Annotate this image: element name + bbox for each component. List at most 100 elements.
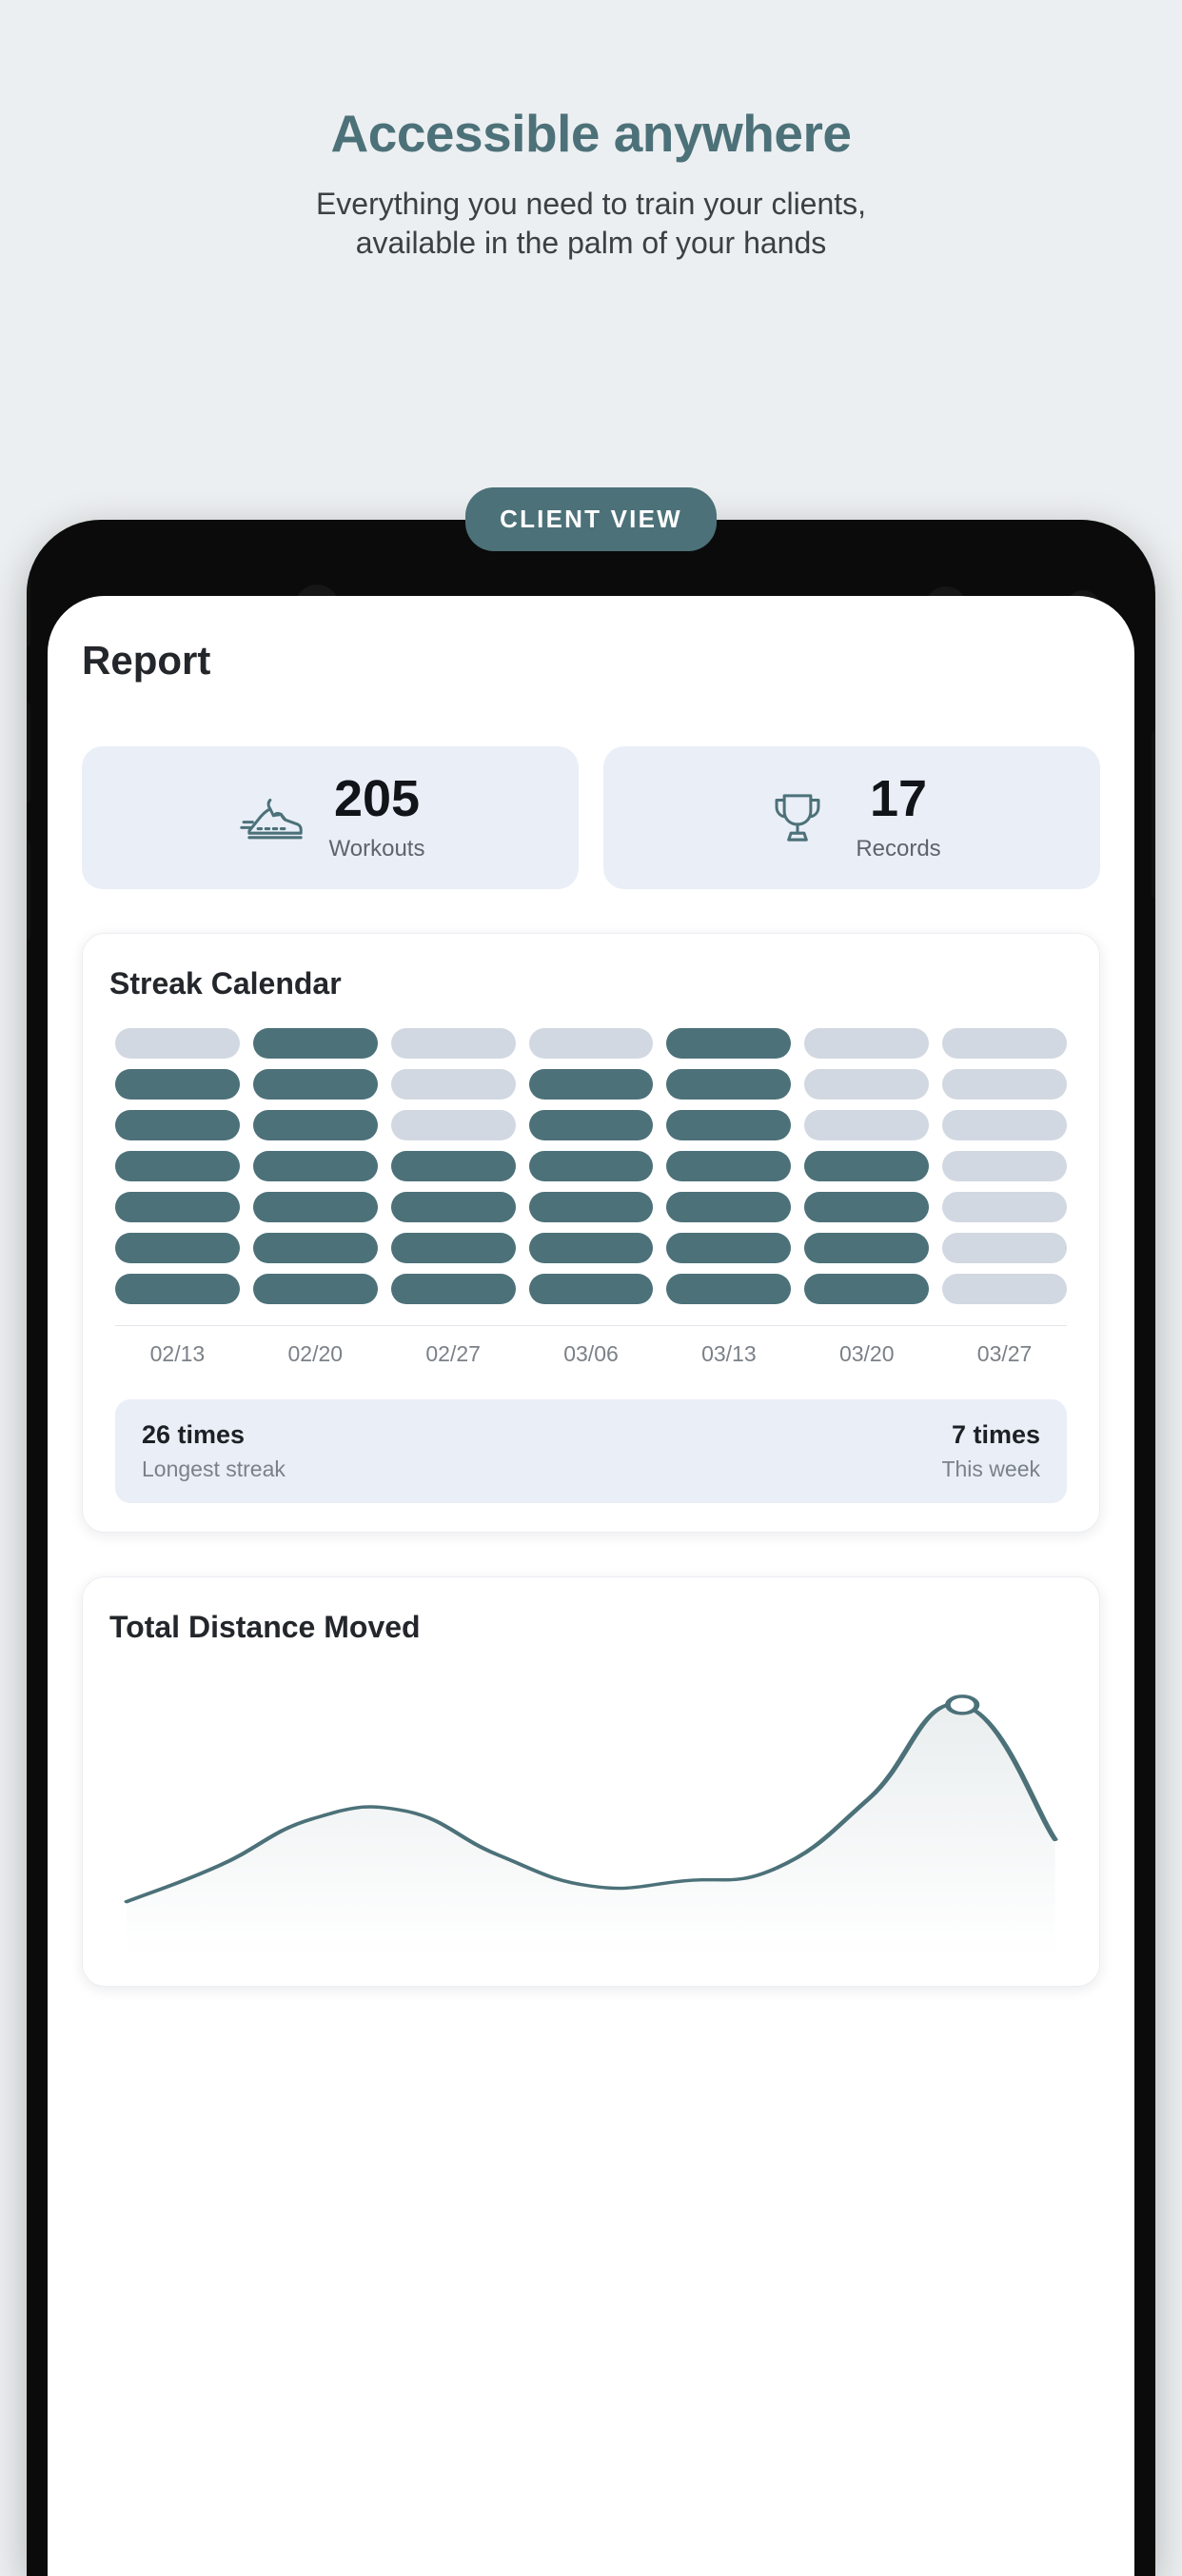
volume-down-button[interactable] (27, 703, 30, 803)
streak-cell[interactable] (115, 1274, 240, 1304)
streak-date-label: 03/27 (976, 1341, 1033, 1366)
streak-date-label: 02/20 (287, 1341, 344, 1366)
streak-cell[interactable] (528, 1151, 654, 1181)
streak-cell[interactable] (528, 1028, 654, 1059)
streak-row (115, 1233, 1068, 1263)
total-distance-title: Total Distance Moved (109, 1610, 421, 1644)
streak-cell[interactable] (528, 1110, 654, 1140)
streak-cell[interactable] (252, 1069, 378, 1100)
streak-cell[interactable] (942, 1028, 1068, 1059)
streak-cell[interactable] (942, 1233, 1068, 1263)
streak-row (115, 1028, 1068, 1059)
streak-date-label: 03/13 (701, 1341, 757, 1366)
streak-summary-left: 26 times Longest streak (142, 1420, 286, 1482)
streak-calendar-title: Streak Calendar (109, 966, 342, 1001)
streak-cell[interactable] (252, 1151, 378, 1181)
streak-cell[interactable] (666, 1110, 792, 1140)
streak-cell[interactable] (804, 1151, 930, 1181)
streak-cell[interactable] (390, 1110, 516, 1140)
streak-date-label: 02/13 (149, 1341, 206, 1366)
client-view-badge-container: CLIENT VIEW (0, 487, 1182, 551)
distance-chart-svg (124, 1694, 1058, 1957)
streak-cell[interactable] (528, 1192, 654, 1222)
streak-cell[interactable] (666, 1192, 792, 1222)
stat-value-workouts: 205 (333, 770, 421, 827)
streak-cell[interactable] (115, 1028, 240, 1059)
page-title: Accessible anywhere (330, 104, 852, 163)
streak-cell[interactable] (942, 1110, 1068, 1140)
streak-cell[interactable] (252, 1028, 378, 1059)
longest-streak-value: 26 times (142, 1420, 246, 1449)
power-button[interactable] (1152, 731, 1155, 899)
streak-cell[interactable] (528, 1069, 654, 1100)
phone-mockup: Report 205 Workouts 17 Records Streak Ca… (27, 520, 1155, 2576)
streak-cell[interactable] (390, 1192, 516, 1222)
streak-cell[interactable] (115, 1069, 240, 1100)
streak-cell[interactable] (666, 1028, 792, 1059)
streak-summary-right: 7 times This week (941, 1420, 1040, 1482)
streak-cell[interactable] (804, 1233, 930, 1263)
streak-cell[interactable] (804, 1028, 930, 1059)
running-shoe-icon (236, 783, 306, 853)
streak-cell[interactable] (252, 1274, 378, 1304)
streak-date-label: 03/06 (563, 1341, 619, 1366)
streak-row (115, 1274, 1068, 1304)
longest-streak-label: Longest streak (142, 1456, 286, 1481)
streak-heatmap[interactable] (108, 1028, 1074, 1304)
streak-row (115, 1151, 1068, 1181)
streak-cell[interactable] (804, 1110, 930, 1140)
streak-cell[interactable] (115, 1233, 240, 1263)
streak-cell[interactable] (252, 1110, 378, 1140)
streak-cell[interactable] (666, 1274, 792, 1304)
promo-subtitle: Everything you need to train your client… (0, 164, 1182, 263)
this-week-value: 7 times (951, 1420, 1040, 1449)
streak-cell[interactable] (115, 1151, 240, 1181)
streak-cell[interactable] (390, 1233, 516, 1263)
stat-text-records: 17 Records (856, 773, 940, 862)
streak-summary: 26 times Longest streak 7 times This wee… (115, 1399, 1067, 1503)
streak-date-label: 03/20 (838, 1341, 895, 1366)
stat-card-workouts[interactable]: 205 Workouts (82, 746, 579, 889)
streak-date-label: 02/27 (425, 1341, 481, 1366)
streak-cell[interactable] (666, 1233, 792, 1263)
streak-cell[interactable] (942, 1069, 1068, 1100)
streak-cell[interactable] (942, 1274, 1068, 1304)
streak-cell[interactable] (666, 1151, 792, 1181)
volume-up-button[interactable] (27, 546, 30, 647)
streak-cell[interactable] (390, 1151, 516, 1181)
streak-cell[interactable] (942, 1151, 1068, 1181)
streak-cell[interactable] (252, 1233, 378, 1263)
streak-cell[interactable] (390, 1028, 516, 1059)
streak-date-labels: 02/13 02/20 02/27 03/06 03/13 03/20 03/27 (108, 1326, 1074, 1367)
stat-label-workouts: Workouts (328, 836, 425, 862)
client-view-badge[interactable]: CLIENT VIEW (465, 487, 717, 551)
stats-row: 205 Workouts 17 Records (82, 746, 1100, 889)
stat-value-records: 17 (869, 770, 928, 827)
promo-header: Accessible anywhere Everything you need … (0, 0, 1182, 263)
streak-cell[interactable] (115, 1192, 240, 1222)
phone-screen: Report 205 Workouts 17 Records Streak Ca… (48, 596, 1134, 2576)
streak-cell[interactable] (115, 1110, 240, 1140)
trophy-icon (762, 783, 833, 853)
streak-cell[interactable] (804, 1192, 930, 1222)
stat-label-records: Records (856, 836, 941, 862)
distance-line-chart[interactable] (108, 1672, 1074, 1957)
stat-card-records[interactable]: 17 Records (603, 746, 1100, 889)
streak-cell[interactable] (390, 1069, 516, 1100)
streak-cell[interactable] (804, 1069, 930, 1100)
promo-subtitle-line2: available in the palm of your hands (355, 225, 827, 260)
streak-cell[interactable] (528, 1233, 654, 1263)
streak-cell[interactable] (252, 1192, 378, 1222)
total-distance-card: Total Distance Moved (82, 1576, 1100, 1987)
streak-calendar-card: Streak Calendar 02/13 02/20 02/27 03/06 03/1… (82, 933, 1100, 1533)
streak-cell[interactable] (390, 1274, 516, 1304)
promo-subtitle-line1: Everything you need to train your client… (315, 187, 867, 221)
streak-cell[interactable] (804, 1274, 930, 1304)
streak-cell[interactable] (942, 1192, 1068, 1222)
assistant-button[interactable] (27, 840, 30, 941)
streak-cell[interactable] (528, 1274, 654, 1304)
streak-row (115, 1192, 1068, 1222)
this-week-label: This week (941, 1456, 1040, 1481)
streak-cell[interactable] (666, 1069, 792, 1100)
streak-row (115, 1069, 1068, 1100)
